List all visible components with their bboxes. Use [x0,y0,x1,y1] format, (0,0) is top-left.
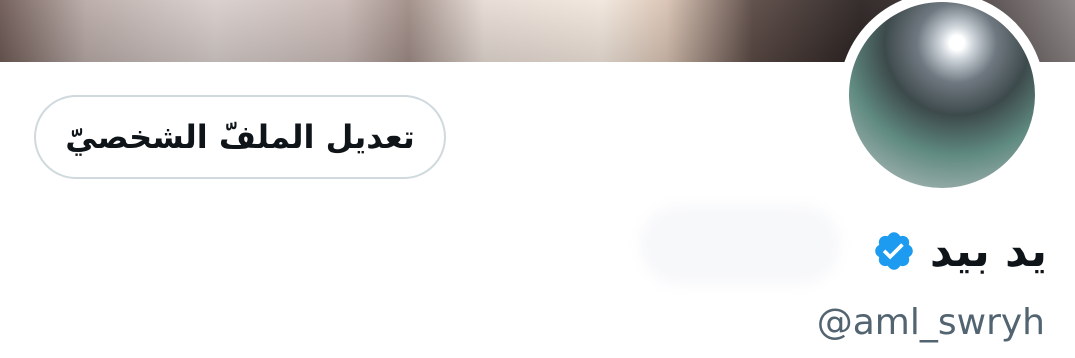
translucent-overlay [640,205,840,285]
edit-profile-button[interactable]: تعديل الملفّ الشخصيّ [34,95,446,179]
verified-badge-icon[interactable] [872,229,916,273]
profile-handle: @aml_swryh [816,302,1045,343]
display-name: يد بيد [929,225,1047,277]
avatar-photo [849,2,1035,188]
edit-profile-label: تعديل الملفّ الشخصيّ [65,118,415,156]
display-name-row: يد بيد [872,220,1047,282]
profile-avatar[interactable] [839,0,1045,198]
